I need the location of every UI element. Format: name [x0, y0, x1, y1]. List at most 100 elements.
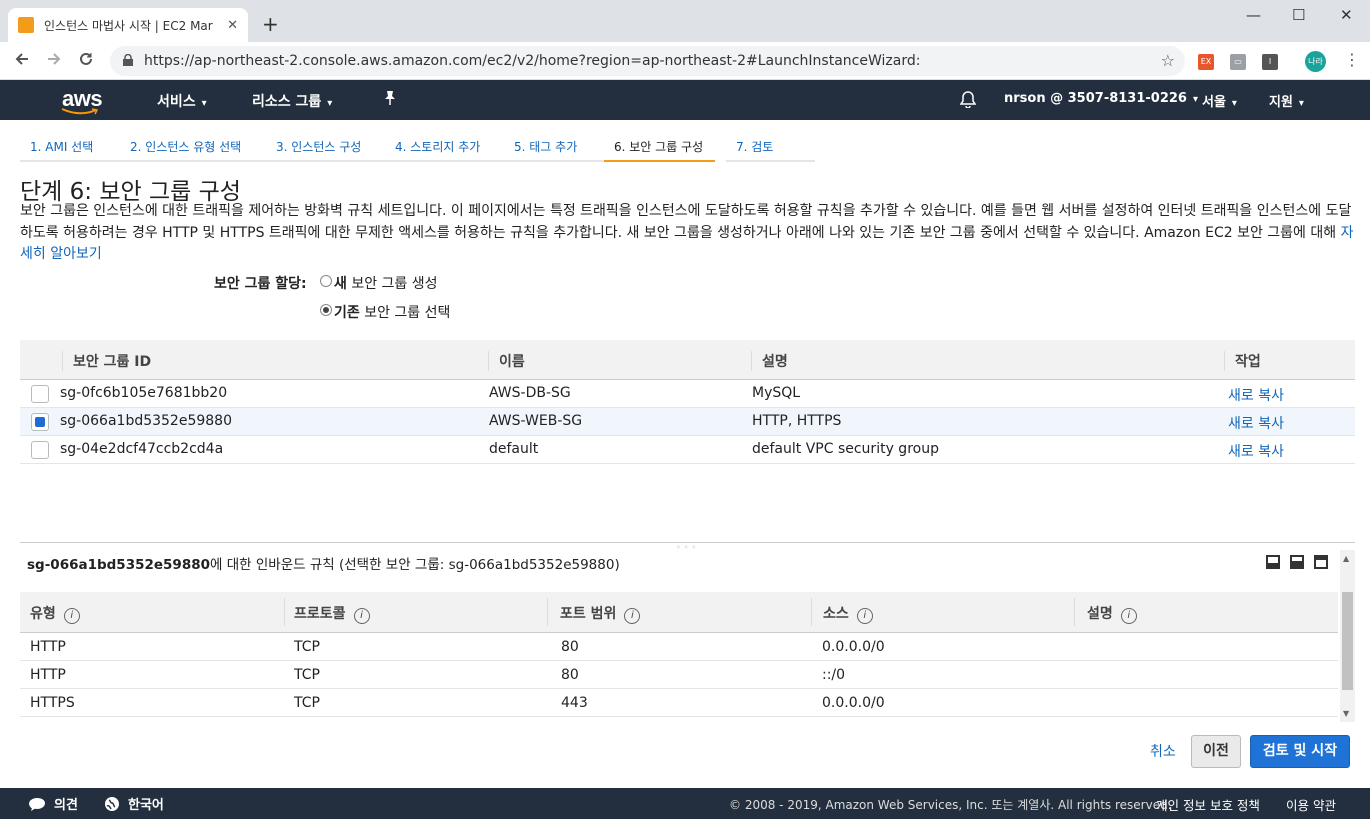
column-header-id[interactable]: 보안 그룹 ID [62, 351, 151, 371]
new-tab-button[interactable]: + [262, 12, 279, 36]
info-icon[interactable]: i [856, 608, 873, 624]
review-and-launch-button[interactable]: 검토 및 시작 [1250, 735, 1350, 768]
scroll-up-icon[interactable]: ▲ [1343, 554, 1349, 563]
bookmark-star-icon[interactable]: ☆ [1161, 51, 1175, 70]
pin-icon[interactable] [383, 90, 397, 110]
column-separator [811, 598, 812, 626]
panel-half-view-icon[interactable] [1290, 555, 1304, 569]
rule-type: HTTP [30, 667, 66, 683]
services-menu[interactable]: 서비스 ▾ [157, 91, 207, 111]
aws-favicon-icon [18, 17, 34, 33]
row-checkbox[interactable] [31, 385, 49, 403]
sg-id: sg-0fc6b105e7681bb20 [60, 385, 228, 401]
extension-i-icon[interactable]: I [1262, 54, 1278, 70]
row-checkbox[interactable] [31, 441, 49, 459]
copy-to-new-link[interactable]: 새로 복사 [1228, 385, 1284, 405]
radio-existing-security-group[interactable] [320, 304, 332, 316]
table-row[interactable]: sg-066a1bd5352e59880 AWS-WEB-SG HTTP, HT… [20, 408, 1355, 436]
info-icon[interactable]: i [1120, 608, 1137, 624]
rule-port-range: 443 [561, 695, 588, 711]
copy-to-new-link[interactable]: 새로 복사 [1228, 413, 1284, 433]
column-header-port-range: 포트 범위 i [560, 603, 641, 624]
vertical-scrollbar[interactable]: ▲ ▼ [1340, 550, 1355, 722]
step-security-group[interactable]: 6. 보안 그룹 구성 [604, 130, 715, 162]
table-row: HTTP TCP 80 ::/0 [20, 661, 1338, 689]
info-icon[interactable]: i [63, 608, 80, 624]
back-arrow-icon[interactable] [14, 51, 30, 72]
browser-toolbar: https://ap-northeast-2.console.aws.amazo… [0, 42, 1370, 80]
step-instance-type[interactable]: 2. 인스턴스 유형 선택 [120, 130, 266, 162]
table-header: 유형 i 프로토콜 i 포트 범위 i 소스 i 설명 i [20, 592, 1338, 633]
column-header-source: 소스 i [823, 603, 873, 624]
url-text: https://ap-northeast-2.console.aws.amazo… [144, 53, 921, 69]
rule-type: HTTP [30, 639, 66, 655]
step-add-tags[interactable]: 5. 태그 추가 [504, 130, 604, 162]
table-row: HTTPS TCP 443 0.0.0.0/0 [20, 689, 1338, 717]
rule-source: 0.0.0.0/0 [822, 639, 885, 655]
resize-grip[interactable]: ◦◦◦ [676, 543, 699, 552]
radio-new-security-group[interactable] [320, 275, 332, 287]
extension-ex-icon[interactable]: EX [1198, 54, 1214, 70]
sg-description: MySQL [752, 385, 801, 401]
column-header-protocol: 프로토콜 i [294, 603, 370, 624]
step-add-storage[interactable]: 4. 스토리지 추가 [385, 130, 504, 162]
address-bar[interactable]: https://ap-northeast-2.console.aws.amazo… [110, 46, 1185, 76]
chevron-down-icon: ▾ [1192, 94, 1199, 105]
info-icon[interactable]: i [353, 608, 370, 624]
globe-icon [105, 797, 119, 811]
reload-icon[interactable] [78, 51, 94, 72]
privacy-policy-link[interactable]: 개인 정보 보호 정책 [1156, 795, 1260, 814]
copy-to-new-link[interactable]: 새로 복사 [1228, 441, 1284, 461]
table-row[interactable]: sg-0fc6b105e7681bb20 AWS-DB-SG MySQL 새로 … [20, 380, 1355, 408]
sg-id: sg-066a1bd5352e59880 [60, 413, 232, 429]
lock-icon [123, 54, 133, 66]
security-group-table: 보안 그룹 ID 이름 설명 작업 sg-0fc6b105e7681bb20 A… [20, 340, 1355, 464]
browser-menu-icon[interactable]: ⋮ [1344, 50, 1360, 69]
resource-groups-menu[interactable]: 리소스 그룹 ▾ [252, 91, 332, 111]
previous-button[interactable]: 이전 [1191, 735, 1241, 768]
table-header: 보안 그룹 ID 이름 설명 작업 [20, 340, 1355, 380]
column-header-description[interactable]: 설명 [751, 351, 788, 371]
table-row[interactable]: sg-04e2dcf47ccb2cd4a default default VPC… [20, 436, 1355, 464]
minimize-button[interactable]: — [1246, 6, 1261, 24]
row-checkbox[interactable] [31, 413, 49, 431]
step-configure-instance[interactable]: 3. 인스턴스 구성 [266, 130, 385, 162]
step-ami[interactable]: 1. AMI 선택 [20, 130, 120, 162]
sg-description: HTTP, HTTPS [752, 413, 842, 429]
column-separator [284, 598, 285, 626]
browser-tab[interactable]: 인스턴스 마법사 시작 | EC2 Mar ✕ [8, 8, 248, 42]
column-header-name[interactable]: 이름 [488, 351, 525, 371]
radio-new-label[interactable]: 새 보안 그룹 생성 [334, 273, 438, 293]
column-header-description: 설명 i [1087, 603, 1137, 624]
forward-arrow-icon[interactable] [46, 51, 62, 72]
sg-name: AWS-WEB-SG [489, 413, 583, 429]
feedback-link[interactable]: 의견 [28, 794, 78, 813]
terms-of-use-link[interactable]: 이용 약관 [1286, 795, 1336, 814]
chevron-down-icon: ▾ [1231, 98, 1237, 109]
support-menu[interactable]: 지원 ▾ [1269, 91, 1304, 110]
step-review[interactable]: 7. 검토 [726, 130, 815, 162]
profile-avatar[interactable]: 나라 [1305, 51, 1326, 72]
language-selector[interactable]: 한국어 [104, 794, 164, 813]
panel-full-view-icon[interactable] [1314, 555, 1328, 569]
account-menu[interactable]: nrson @ 3507-8131-0226 ▾ [1004, 91, 1198, 106]
panel-bottom-view-icon[interactable] [1266, 555, 1280, 569]
chevron-down-icon: ▾ [1298, 98, 1304, 109]
chevron-down-icon: ▾ [327, 98, 333, 109]
cancel-button[interactable]: 취소 [1150, 741, 1176, 761]
table-row: HTTP TCP 80 0.0.0.0/0 [20, 633, 1338, 661]
column-header-action: 작업 [1224, 351, 1261, 371]
scrollbar-thumb[interactable] [1342, 592, 1353, 690]
scroll-down-icon[interactable]: ▼ [1343, 709, 1349, 718]
region-menu[interactable]: 서울 ▾ [1202, 91, 1237, 110]
aws-smile-icon [61, 108, 99, 115]
tab-close-icon[interactable]: ✕ [227, 18, 238, 33]
radio-existing-label[interactable]: 기존 보안 그룹 선택 [334, 302, 450, 322]
info-icon[interactable]: i [624, 608, 641, 624]
rule-source: 0.0.0.0/0 [822, 695, 885, 711]
extension-screen-icon[interactable]: ▭ [1230, 54, 1246, 70]
bell-icon[interactable] [959, 90, 977, 112]
close-window-button[interactable]: ✕ [1340, 6, 1353, 24]
rule-port-range: 80 [561, 639, 579, 655]
maximize-button[interactable]: ☐ [1292, 6, 1305, 24]
